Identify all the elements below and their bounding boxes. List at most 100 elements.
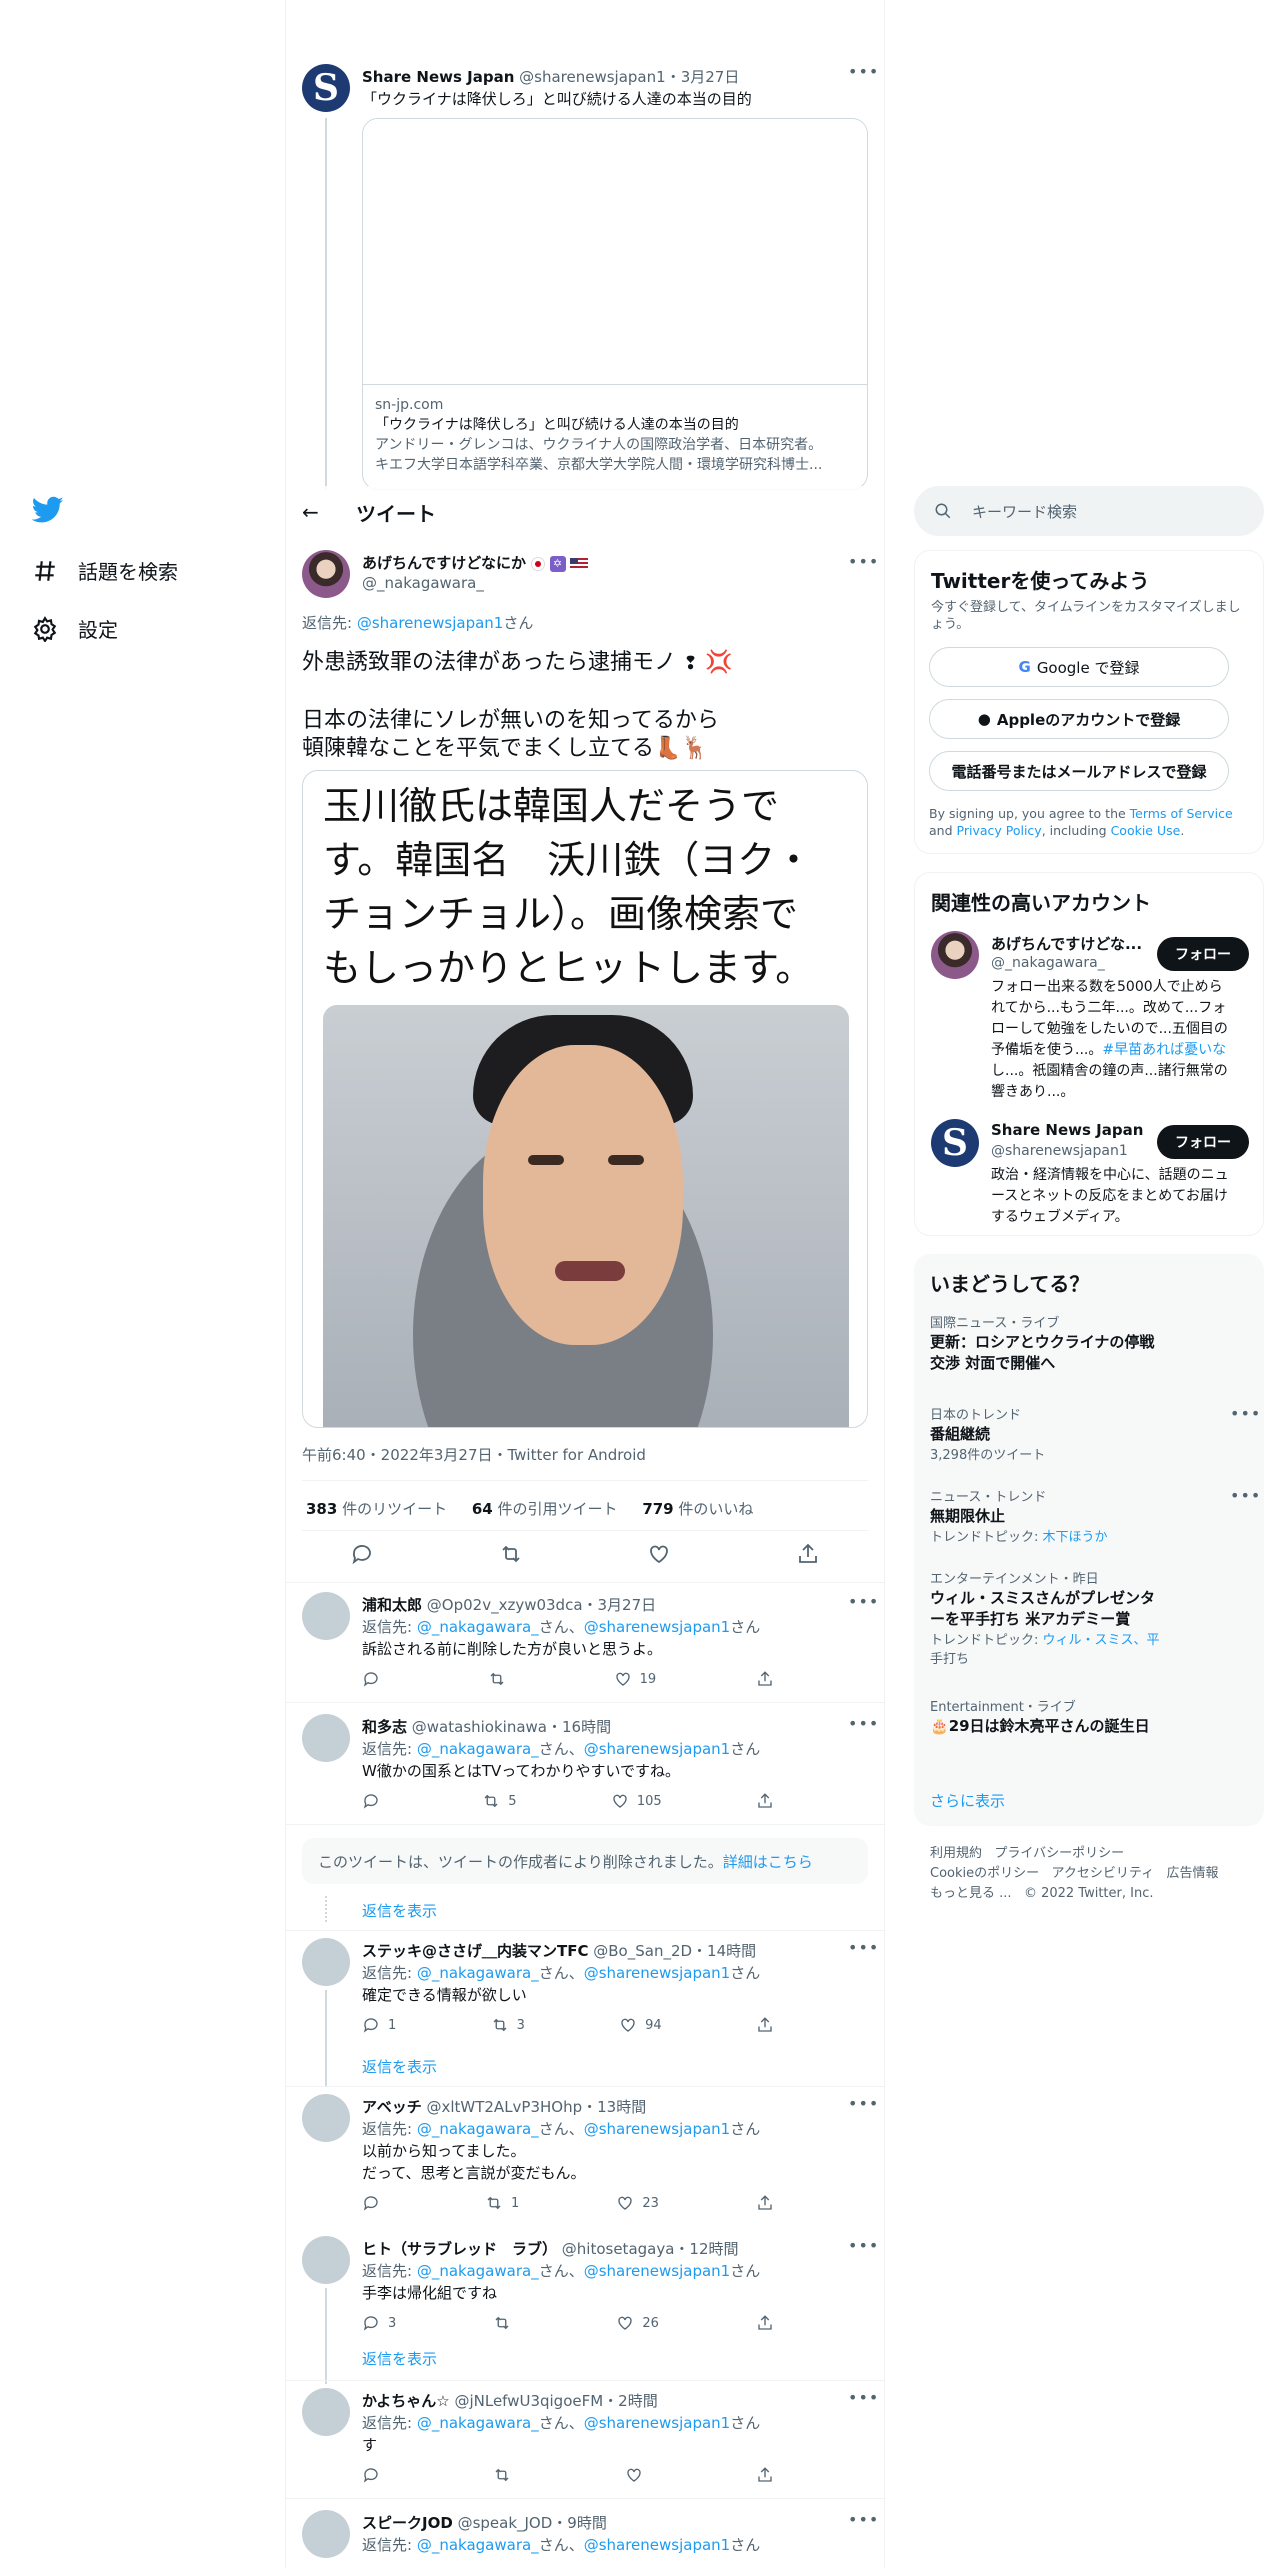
avatar[interactable] bbox=[302, 1714, 350, 1762]
twitter-logo-icon[interactable] bbox=[31, 496, 64, 528]
nav-settings[interactable]: 設定 bbox=[32, 614, 118, 643]
author-name[interactable]: スピークJOD bbox=[362, 2514, 453, 2532]
retweet-action[interactable]: 3 bbox=[491, 2016, 525, 2034]
reply-mention[interactable]: @sharenewsjapan1 bbox=[584, 2536, 731, 2554]
footer-link[interactable]: Cookieのポリシー bbox=[930, 1866, 1039, 1881]
like-action[interactable]: 26 bbox=[616, 2314, 659, 2332]
show-replies-link[interactable]: 返信を表示 bbox=[362, 2056, 437, 2077]
account-handle[interactable]: @_nakagawara_ bbox=[991, 955, 1105, 971]
avatar[interactable]: S bbox=[931, 1119, 979, 1167]
like-icon[interactable] bbox=[647, 1542, 671, 1566]
cookie-link[interactable]: Cookie Use bbox=[1111, 823, 1181, 838]
google-signup-button[interactable]: G Google で登録 bbox=[929, 647, 1229, 687]
more-icon[interactable]: ••• bbox=[848, 1938, 879, 1957]
footer-link[interactable]: もっと見る ... bbox=[930, 1886, 1012, 1901]
nav-explore[interactable]: 話題を検索 bbox=[32, 556, 178, 585]
author-handle[interactable]: @_nakagawara_ bbox=[362, 574, 484, 592]
avatar[interactable] bbox=[302, 1938, 350, 1986]
share-action[interactable] bbox=[756, 1792, 782, 1810]
more-icon[interactable]: ••• bbox=[1230, 1404, 1261, 1423]
reply-mention[interactable]: @sharenewsjapan1 bbox=[584, 2414, 731, 2432]
trend-item[interactable]: 国際ニュース・ライブ 更新：ロシアとウクライナの停戦 交渉 対面で開催へ bbox=[930, 1312, 1154, 1373]
avatar[interactable] bbox=[302, 2236, 350, 2284]
share-icon[interactable] bbox=[796, 1542, 820, 1566]
reply-mention[interactable]: @sharenewsjapan1 bbox=[357, 614, 504, 632]
avatar[interactable] bbox=[302, 2388, 350, 2436]
reply-mention[interactable]: @_nakagawara_ bbox=[417, 1740, 539, 1758]
share-action[interactable] bbox=[756, 1670, 782, 1688]
reply-mention[interactable]: @_nakagawara_ bbox=[417, 2262, 539, 2280]
author-handle[interactable]: @sharenewsjapan1 bbox=[519, 68, 666, 86]
author-name[interactable]: Share News Japan bbox=[362, 68, 514, 86]
reply-mention[interactable]: @_nakagawara_ bbox=[417, 2414, 539, 2432]
reply-mention[interactable]: @_nakagawara_ bbox=[417, 2120, 539, 2138]
more-icon[interactable]: ••• bbox=[848, 2094, 879, 2113]
trend-item[interactable]: 日本のトレンド 番組継続 3,298件のツイート bbox=[930, 1404, 1045, 1463]
author-handle[interactable]: @xltWT2ALvP3HOhp・13時間 bbox=[422, 2098, 646, 2116]
share-action[interactable] bbox=[756, 2466, 782, 2484]
retweet-action[interactable]: 1 bbox=[485, 2194, 519, 2212]
reply-action[interactable]: 3 bbox=[362, 2314, 396, 2332]
like-action[interactable]: 105 bbox=[611, 1792, 662, 1810]
retweet-icon[interactable] bbox=[499, 1542, 523, 1566]
footer-link[interactable]: プライバシーポリシー bbox=[994, 1846, 1124, 1861]
link-card[interactable]: sn-jp.com 「ウクライナは降伏しろ」と叫び続ける人達の本当の目的 アンド… bbox=[362, 118, 868, 490]
tweet-image[interactable]: 玉川徹氏は韓国人だそうで す。韓国名 沃川鉄（ヨク・ チョンチョル）。画像検索で… bbox=[302, 770, 868, 1428]
learn-more-link[interactable]: 詳細はこちら bbox=[723, 1851, 813, 1872]
avatar[interactable] bbox=[931, 931, 979, 979]
tweet-time[interactable]: 3月27日 bbox=[681, 68, 740, 86]
back-arrow-icon[interactable]: ← bbox=[302, 500, 342, 524]
author-handle[interactable]: @speak_JOD・9時間 bbox=[453, 2514, 607, 2532]
author-name[interactable]: 浦和太郎 bbox=[362, 1596, 422, 1614]
retweet-action[interactable] bbox=[493, 2466, 519, 2484]
reply-action[interactable] bbox=[362, 1670, 388, 1688]
avatar[interactable] bbox=[302, 1592, 350, 1640]
hashtag-link[interactable]: #早苗あれば憂いな bbox=[1102, 1042, 1226, 1058]
like-action[interactable] bbox=[625, 2466, 651, 2484]
author-name[interactable]: ヒト（サラブレッド ラブ） bbox=[362, 2240, 557, 2258]
more-icon[interactable]: ••• bbox=[848, 1714, 879, 1733]
reply-mention[interactable]: @sharenewsjapan1 bbox=[584, 2262, 731, 2280]
show-replies-link[interactable]: 返信を表示 bbox=[362, 2348, 437, 2369]
reply-mention[interactable]: @sharenewsjapan1 bbox=[584, 1964, 731, 1982]
trend-item[interactable]: エンターテインメント・昨日 ウィル・スミスさんがプレゼンタ ーを平手打ち 米アカ… bbox=[930, 1568, 1180, 1667]
terms-link[interactable]: Terms of Service bbox=[1130, 806, 1233, 821]
tweet-meta[interactable]: 午前6:40・2022年3月27日・Twitter for Android bbox=[302, 1444, 646, 1465]
like-action[interactable]: 94 bbox=[619, 2016, 662, 2034]
show-replies-link[interactable]: 返信を表示 bbox=[362, 1900, 437, 1921]
reply-mention[interactable]: @_nakagawara_ bbox=[417, 1964, 539, 1982]
reply-action[interactable] bbox=[362, 2194, 388, 2212]
avatar[interactable] bbox=[302, 550, 350, 598]
author-handle[interactable]: @jNLefwU3qigoeFM・2時間 bbox=[450, 2392, 657, 2410]
author-name[interactable]: ステッキ@ささげ＿内装マンTFC bbox=[362, 1942, 589, 1960]
author-name[interactable]: 和多志 bbox=[362, 1718, 407, 1736]
retweet-action[interactable] bbox=[493, 2314, 519, 2332]
account-handle[interactable]: @sharenewsjapan1 bbox=[991, 1143, 1128, 1159]
more-icon[interactable]: ••• bbox=[848, 1592, 879, 1611]
account-name[interactable]: あげちんですけどな... bbox=[991, 933, 1151, 954]
more-icon[interactable]: ••• bbox=[848, 2510, 879, 2529]
author-name[interactable]: あげちんですけどなにか bbox=[362, 554, 526, 572]
author-handle[interactable]: @watashiokinawa・16時間 bbox=[407, 1718, 611, 1736]
reply-action[interactable] bbox=[362, 2466, 388, 2484]
reply-mention[interactable]: @sharenewsjapan1 bbox=[584, 1618, 731, 1636]
reply-mention[interactable]: @sharenewsjapan1 bbox=[584, 1740, 731, 1758]
more-icon[interactable]: ••• bbox=[848, 2388, 879, 2407]
avatar[interactable]: S bbox=[302, 64, 350, 112]
privacy-link[interactable]: Privacy Policy bbox=[957, 823, 1042, 838]
share-action[interactable] bbox=[756, 2016, 782, 2034]
search-input[interactable]: キーワード検索 bbox=[914, 486, 1264, 536]
like-action[interactable]: 19 bbox=[614, 1670, 656, 1688]
retweet-action[interactable]: 5 bbox=[482, 1792, 517, 1810]
footer-link[interactable]: アクセシビリティ bbox=[1052, 1866, 1155, 1881]
more-icon[interactable]: ••• bbox=[848, 2236, 879, 2255]
trend-topic-link[interactable]: 木下ほうか bbox=[1043, 1530, 1108, 1545]
author-handle[interactable]: @Op02v_xzyw03dca・3月27日 bbox=[422, 1596, 656, 1614]
show-more-link[interactable]: さらに表示 bbox=[930, 1790, 1005, 1811]
author-handle[interactable]: @hitosetagaya・12時間 bbox=[557, 2240, 739, 2258]
reply-action[interactable]: 1 bbox=[362, 2016, 396, 2034]
more-icon[interactable]: ••• bbox=[848, 552, 879, 571]
more-icon[interactable]: ••• bbox=[848, 62, 879, 81]
apple-signup-button[interactable]: ● Appleのアカウントで登録 bbox=[929, 699, 1229, 739]
like-action[interactable]: 23 bbox=[616, 2194, 659, 2212]
